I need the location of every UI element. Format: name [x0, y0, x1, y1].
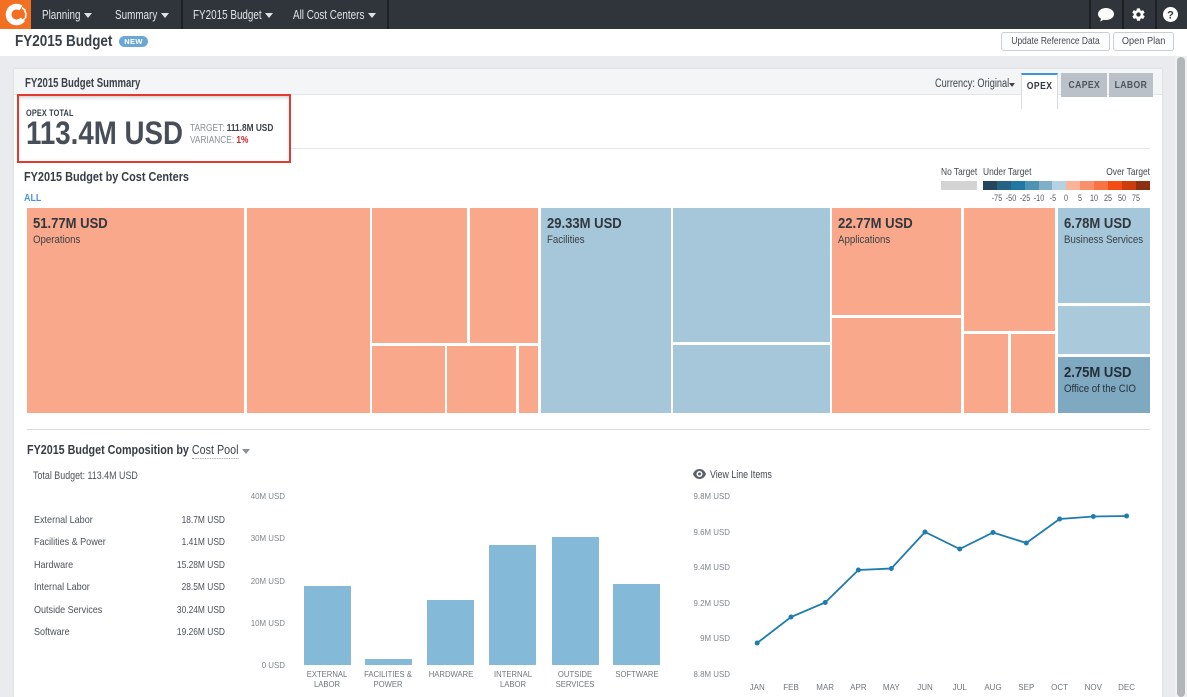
svg-text:?: ?	[1167, 9, 1174, 21]
